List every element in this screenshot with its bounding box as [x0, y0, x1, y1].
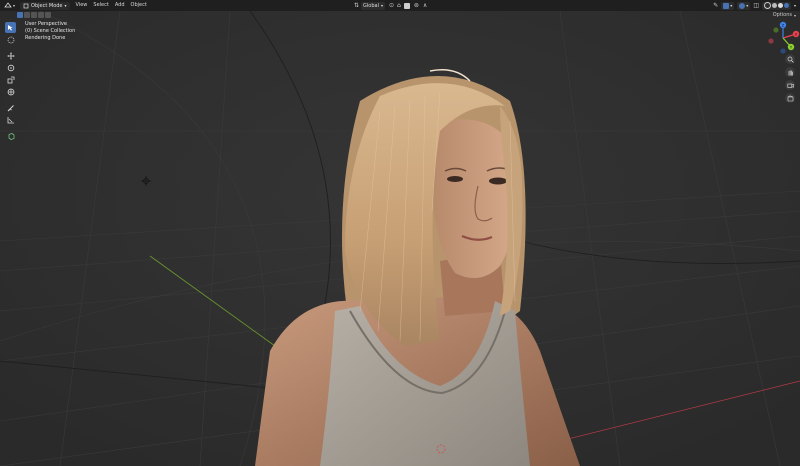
render-status: Rendering Done — [25, 35, 66, 42]
transform-orientation-select[interactable]: Global ▾ — [361, 1, 385, 10]
select-intersect-icon[interactable] — [45, 12, 51, 18]
overlays-icon — [739, 2, 746, 9]
blender-window: ▾ Object Mode ▾ View Select Add Object ⇅… — [0, 0, 800, 466]
chevron-down-icon: ▾ — [793, 12, 796, 18]
chevron-down-icon: ▾ — [64, 3, 67, 8]
select-subtract-icon[interactable] — [31, 12, 37, 18]
menu-view[interactable]: View — [76, 0, 88, 11]
options-label: Options — [772, 12, 792, 18]
wireframe-shading-icon[interactable] — [763, 2, 771, 9]
material-shading-icon[interactable] — [777, 3, 783, 8]
snap-target-icon[interactable] — [403, 2, 410, 9]
mode-label: Object Mode — [31, 2, 63, 9]
navigation-gizmo[interactable]: X Y Z — [765, 20, 800, 56]
select-box-icon[interactable] — [5, 22, 16, 33]
menu-object[interactable]: Object — [131, 0, 147, 11]
collection-name: (0) Scene Collection — [25, 28, 76, 35]
falloff-icon[interactable]: ∧ — [423, 1, 427, 10]
move-icon[interactable] — [5, 50, 16, 61]
viewport-info: User Perspective (0) Scene Collection Re… — [25, 21, 75, 43]
camera-view-icon[interactable] — [785, 80, 795, 90]
zoom-icon[interactable] — [785, 54, 795, 64]
editor-type-button[interactable]: ▾ — [4, 1, 15, 10]
gizmo-neg-z-axis[interactable] — [780, 48, 786, 54]
chevron-down-icon: ▾ — [746, 3, 749, 8]
scale-icon[interactable] — [5, 74, 16, 85]
viewport-header: ▾ Object Mode ▾ View Select Add Object ⇅… — [0, 0, 800, 11]
select-extend-icon[interactable] — [24, 12, 30, 18]
gizmo-neg-y-axis[interactable] — [773, 27, 779, 33]
mode-select[interactable]: Object Mode ▾ — [20, 1, 70, 10]
options-button[interactable]: Options ▾ — [773, 12, 796, 18]
select-new-icon[interactable] — [17, 12, 23, 18]
shading-modes[interactable] — [761, 1, 791, 10]
gizmo-icon — [723, 2, 730, 9]
pivot-point-icon[interactable]: ⊙ — [389, 1, 394, 10]
rotate-icon[interactable] — [5, 62, 16, 73]
snap-icon[interactable]: ⌂ — [397, 1, 401, 10]
select-mode-group — [17, 12, 51, 18]
viewport-3d[interactable] — [0, 11, 800, 466]
solid-shading-icon[interactable] — [771, 3, 777, 8]
gizmo-toggle[interactable]: ▾ — [721, 1, 735, 10]
rendered-shading-icon[interactable] — [783, 3, 789, 8]
cursor-icon[interactable] — [5, 34, 16, 45]
gizmo-neg-x-axis[interactable] — [768, 38, 774, 44]
chevron-down-icon[interactable]: ▾ — [794, 3, 796, 8]
pan-hand-icon[interactable] — [785, 67, 795, 77]
perspective-toggle-icon[interactable] — [785, 93, 795, 103]
measure-icon[interactable] — [5, 114, 16, 125]
menu-add[interactable]: Add — [115, 0, 125, 11]
proportional-edit-icon[interactable]: ⊚ — [414, 1, 419, 10]
transform-orientation-label: Global — [363, 2, 379, 9]
overlay-toggle[interactable]: ▾ — [737, 1, 751, 10]
xray-icon[interactable]: ◫ — [753, 1, 759, 10]
transform-orientation-icon[interactable]: ⇅ — [354, 1, 359, 10]
select-invert-icon[interactable] — [38, 12, 44, 18]
visibility-icon[interactable]: ✎ — [713, 1, 718, 10]
chevron-down-icon: ▾ — [730, 3, 733, 8]
annotate-icon[interactable] — [5, 102, 16, 113]
view-name: User Perspective — [25, 21, 67, 27]
tool-shelf — [4, 22, 17, 141]
add-cube-icon[interactable] — [5, 130, 16, 141]
view-navigation-buttons — [785, 54, 795, 103]
view3d-icon — [4, 2, 12, 8]
chevron-down-icon: ▾ — [380, 3, 383, 8]
menu-select[interactable]: Select — [93, 0, 108, 11]
object-mode-icon — [23, 3, 29, 8]
transform-icon[interactable] — [5, 86, 16, 97]
